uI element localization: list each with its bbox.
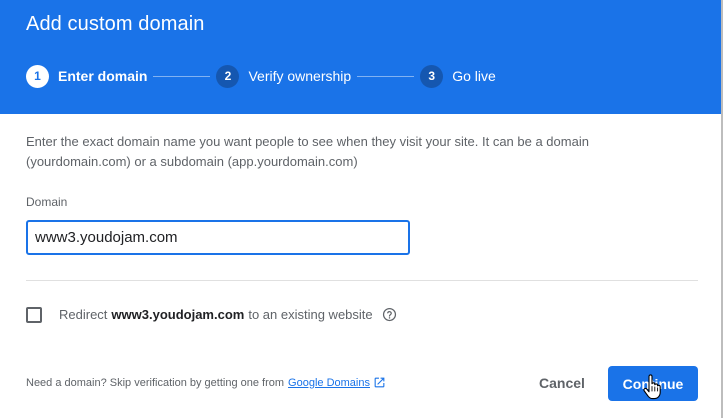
domain-field-label: Domain (26, 195, 68, 209)
redirect-domain: www3.youdojam.com (111, 307, 245, 322)
footer-note-text: Need a domain? Skip verification by gett… (26, 376, 285, 389)
redirect-checkbox[interactable] (26, 307, 42, 323)
step-number: 3 (420, 64, 444, 88)
step-connector (357, 75, 415, 77)
cancel-button[interactable]: Cancel (526, 366, 598, 400)
stepper: 1 Enter domain 2 Verify ownership 3 Go l… (26, 64, 496, 88)
help-circle-icon[interactable] (382, 307, 397, 322)
step-go-live: 3 Go live (420, 64, 496, 88)
step-number: 2 (216, 64, 240, 88)
step-label: Enter domain (58, 68, 148, 84)
domain-input[interactable] (26, 220, 410, 255)
step-label: Verify ownership (248, 68, 352, 84)
google-domains-link[interactable]: Google Domains (288, 377, 370, 389)
redirect-prefix: Redirect (59, 307, 108, 322)
redirect-option: Redirect www3.youdojam.com to an existin… (59, 307, 397, 322)
add-custom-domain-dialog: Add custom domain 1 Enter domain 2 Verif… (0, 0, 723, 418)
step-connector (153, 75, 211, 77)
dialog-title: Add custom domain (26, 13, 205, 35)
hand-pointer-icon (643, 374, 661, 400)
footer-note: Need a domain? Skip verification by gett… (26, 376, 386, 389)
step-label: Go live (452, 68, 496, 84)
open-in-new-icon[interactable] (373, 376, 386, 389)
dialog-header: Add custom domain 1 Enter domain 2 Verif… (0, 0, 721, 114)
step-verify-ownership: 2 Verify ownership (216, 64, 352, 88)
domain-description: Enter the exact domain name you want peo… (26, 134, 589, 169)
step-enter-domain: 1 Enter domain (26, 64, 148, 88)
divider (26, 280, 698, 281)
redirect-suffix: to an existing website (248, 307, 373, 322)
step-number: 1 (26, 64, 49, 88)
